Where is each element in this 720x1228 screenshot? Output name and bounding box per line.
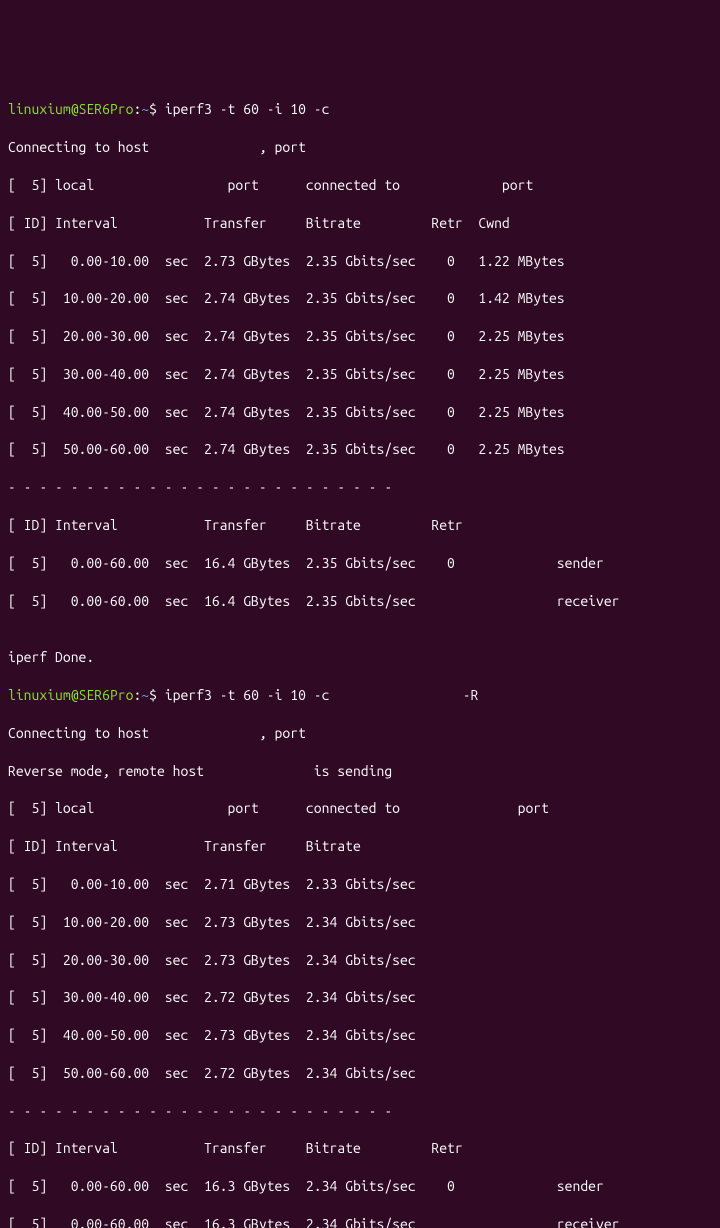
summary-header: [ ID] Interval Transfer Bitrate Retr (8, 1139, 712, 1158)
table-row: [ 5] 30.00-40.00 sec 2.74 GBytes 2.35 Gb… (8, 365, 712, 384)
connecting-line: Connecting to host , port (8, 138, 712, 157)
summary-row: [ 5] 0.00-60.00 sec 16.3 GBytes 2.34 Gbi… (8, 1215, 712, 1228)
prompt-line-2: linuxium@SER6Pro:~$ iperf3 -t 60 -i 10 -… (8, 686, 712, 705)
table-header: [ ID] Interval Transfer Bitrate (8, 837, 712, 856)
socket-info-line: [ 5] local port connected to port (8, 176, 712, 195)
table-row: [ 5] 0.00-10.00 sec 2.73 GBytes 2.35 Gbi… (8, 252, 712, 271)
prompt-line-1: linuxium@SER6Pro:~$ iperf3 -t 60 -i 10 -… (8, 100, 712, 119)
table-row: [ 5] 40.00-50.00 sec 2.74 GBytes 2.35 Gb… (8, 403, 712, 422)
separator-line: - - - - - - - - - - - - - - - - - - - - … (8, 478, 712, 497)
separator-line: - - - - - - - - - - - - - - - - - - - - … (8, 1102, 712, 1121)
prompt-path: ~ (141, 101, 149, 117)
summary-row: [ 5] 0.00-60.00 sec 16.4 GBytes 2.35 Gbi… (8, 554, 712, 573)
terminal-output: linuxium@SER6Pro:~$ iperf3 -t 60 -i 10 -… (8, 82, 712, 1228)
command-2: iperf3 -t 60 -i 10 -c -R (157, 687, 478, 703)
table-row: [ 5] 20.00-30.00 sec 2.73 GBytes 2.34 Gb… (8, 951, 712, 970)
socket-info-line: [ 5] local port connected to port (8, 799, 712, 818)
reverse-mode-line: Reverse mode, remote host is sending (8, 762, 712, 781)
table-row: [ 5] 40.00-50.00 sec 2.73 GBytes 2.34 Gb… (8, 1026, 712, 1045)
table-row: [ 5] 0.00-10.00 sec 2.71 GBytes 2.33 Gbi… (8, 875, 712, 894)
table-row: [ 5] 10.00-20.00 sec 2.74 GBytes 2.35 Gb… (8, 289, 712, 308)
table-header: [ ID] Interval Transfer Bitrate Retr Cwn… (8, 214, 712, 233)
connecting-line: Connecting to host , port (8, 724, 712, 743)
table-row: [ 5] 30.00-40.00 sec 2.72 GBytes 2.34 Gb… (8, 988, 712, 1007)
command-1: iperf3 -t 60 -i 10 -c (157, 101, 329, 117)
table-row: [ 5] 50.00-60.00 sec 2.72 GBytes 2.34 Gb… (8, 1064, 712, 1083)
prompt-host: SER6Pro (79, 101, 134, 117)
table-row: [ 5] 20.00-30.00 sec 2.74 GBytes 2.35 Gb… (8, 327, 712, 346)
summary-row: [ 5] 0.00-60.00 sec 16.3 GBytes 2.34 Gbi… (8, 1177, 712, 1196)
table-row: [ 5] 50.00-60.00 sec 2.74 GBytes 2.35 Gb… (8, 440, 712, 459)
summary-row: [ 5] 0.00-60.00 sec 16.4 GBytes 2.35 Gbi… (8, 592, 712, 611)
table-row: [ 5] 10.00-20.00 sec 2.73 GBytes 2.34 Gb… (8, 913, 712, 932)
prompt-user: linuxium (8, 101, 71, 117)
summary-header: [ ID] Interval Transfer Bitrate Retr (8, 516, 712, 535)
done-line: iperf Done. (8, 648, 712, 667)
